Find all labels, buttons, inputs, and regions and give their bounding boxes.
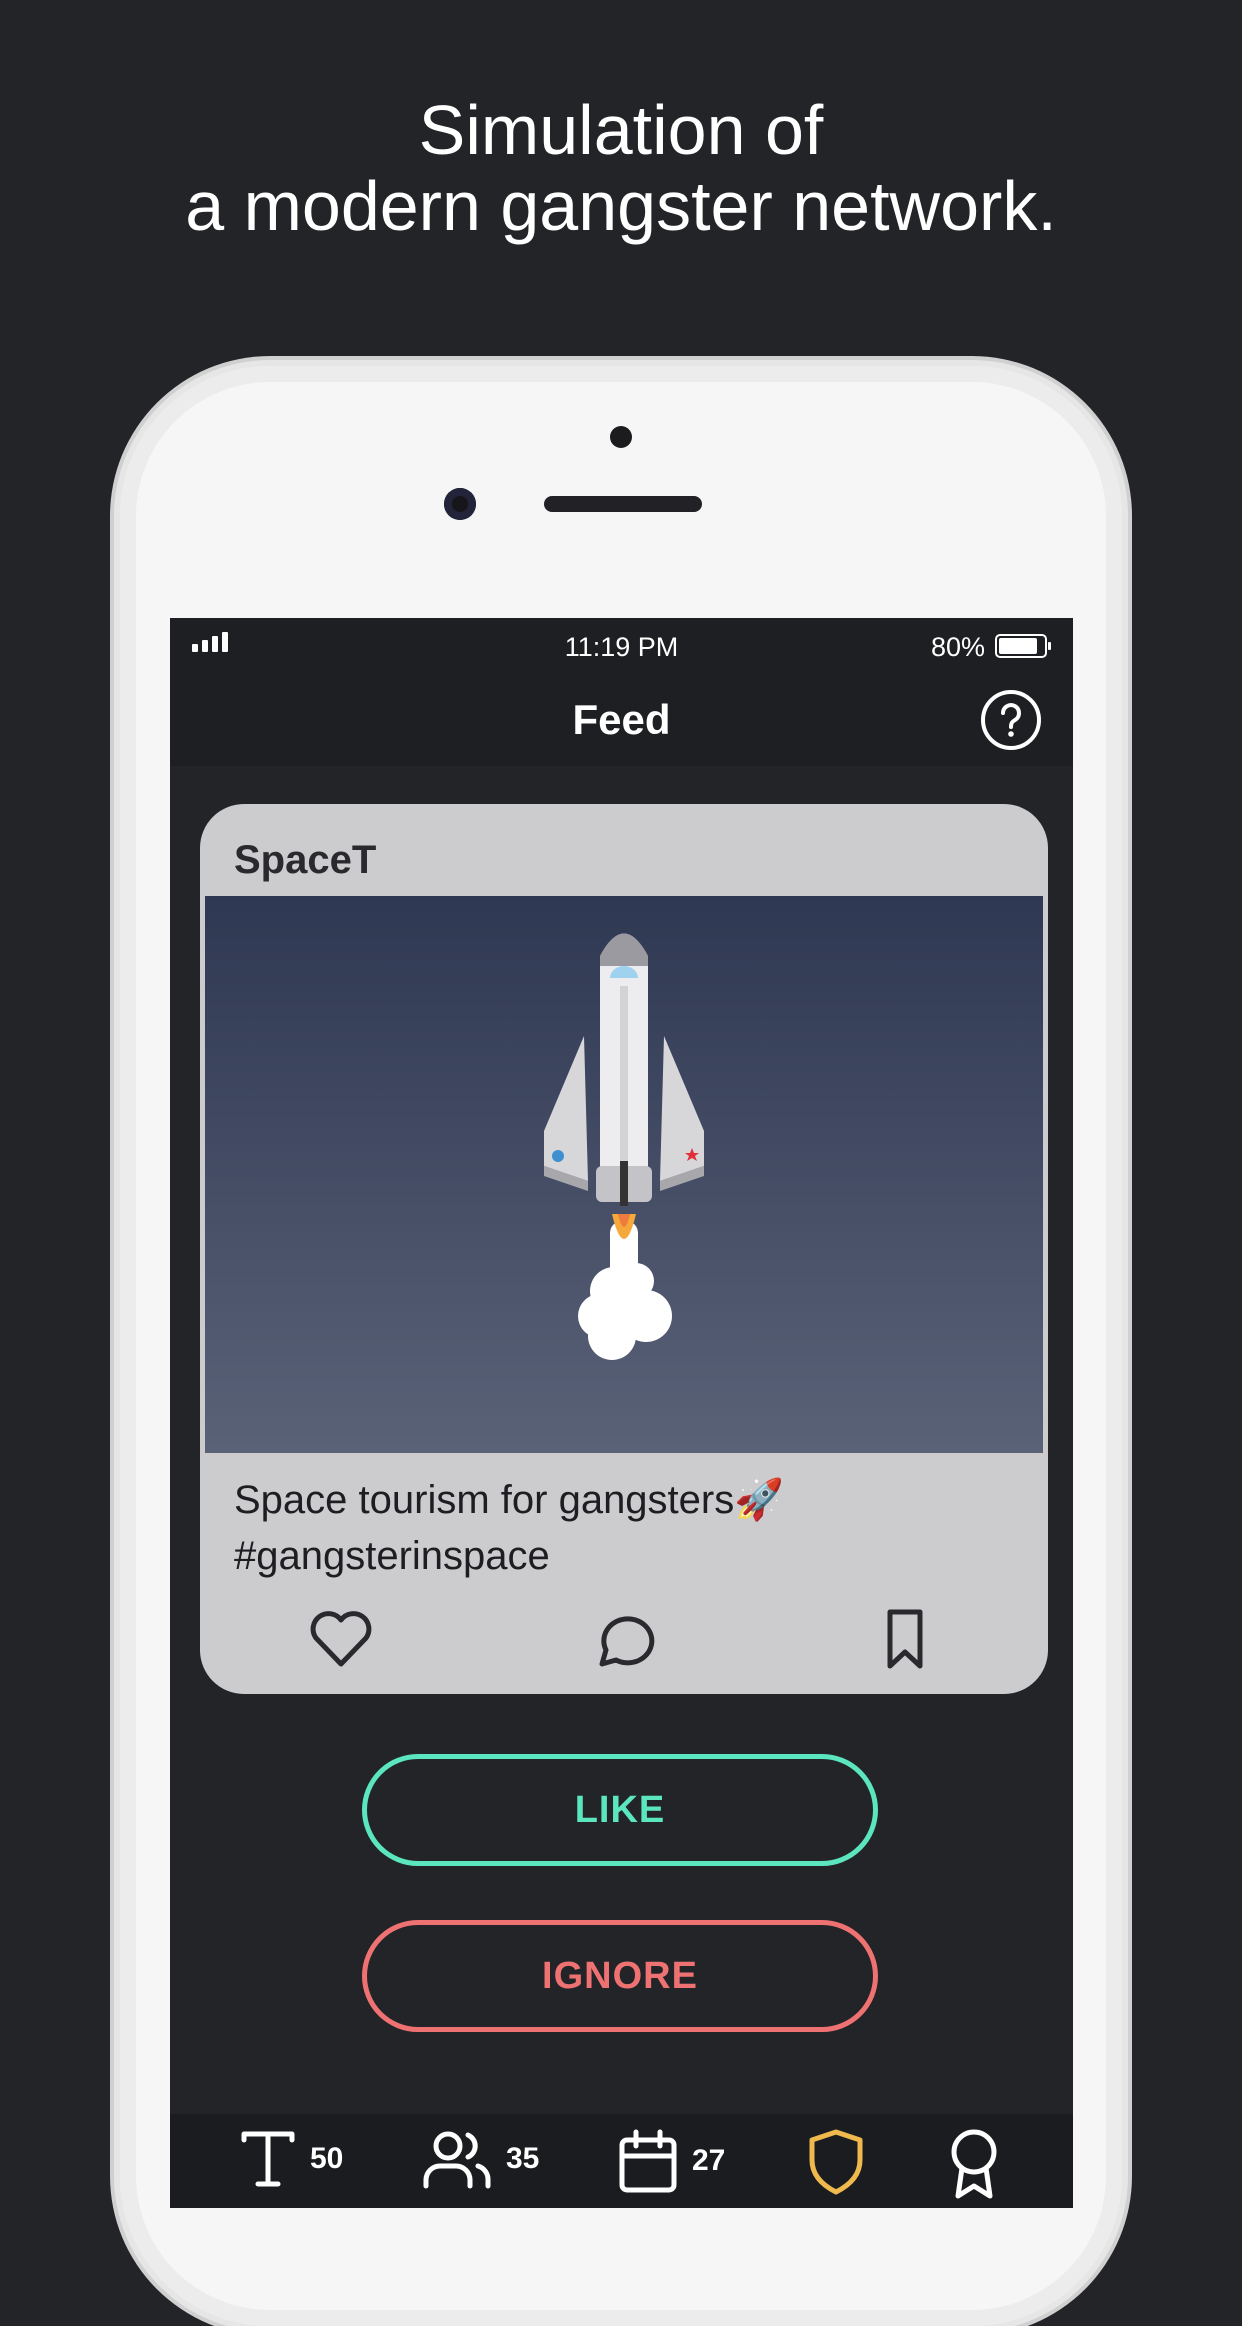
ignore-button[interactable]: IGNORE: [362, 1920, 878, 2032]
heart-icon[interactable]: [306, 1604, 376, 1674]
tab-users-count: 35: [506, 2142, 540, 2175]
users-icon: [423, 2131, 491, 2189]
space-shuttle-illustration: [544, 933, 704, 1360]
like-button[interactable]: LIKE: [362, 1754, 878, 1866]
nav-bar: Feed: [170, 674, 1073, 766]
tab-calendar-count: 27: [692, 2144, 726, 2177]
tab-calendar[interactable]: 27: [616, 2128, 725, 2194]
post-author: SpaceT: [234, 838, 377, 882]
phone-screen: 11:19 PM 80% Feed SpaceT Space tourism f…: [170, 618, 1073, 2208]
bookmark-icon[interactable]: [870, 1604, 940, 1674]
tab-users[interactable]: 35: [420, 2128, 539, 2190]
calendar-icon: [619, 2129, 677, 2193]
shield-icon: [809, 2129, 863, 2195]
question-circle-icon[interactable]: [979, 688, 1043, 752]
front-camera: [444, 488, 476, 520]
post-image: [205, 896, 1043, 1453]
headline-line-1: Simulation of: [418, 91, 824, 169]
award-icon: [951, 2129, 997, 2199]
tab-text[interactable]: 50: [238, 2128, 343, 2190]
post-card: SpaceT Space tourism for gangsters🚀 #gan…: [200, 804, 1048, 1694]
tab-text-count: 50: [310, 2142, 344, 2175]
comment-icon[interactable]: [588, 1604, 658, 1674]
proximity-sensor: [610, 426, 632, 448]
headline: Simulation of a modern gangster network.: [0, 92, 1242, 244]
text-icon: [241, 2131, 295, 2187]
caption-hashtag: #gangsterinspace: [234, 1534, 550, 1578]
tab-shield[interactable]: [806, 2128, 866, 2196]
headline-line-2: a modern gangster network.: [185, 167, 1057, 245]
caption-text: Space tourism for gangsters🚀: [234, 1478, 785, 1522]
battery-icon: [995, 634, 1051, 658]
page-title: Feed: [572, 696, 671, 743]
battery-percent: 80%: [930, 632, 985, 662]
post-caption: Space tourism for gangsters🚀 #gangsterin…: [234, 1472, 784, 1584]
tab-bar: 50 35 27: [170, 2114, 1073, 2208]
tab-award[interactable]: [946, 2128, 1002, 2200]
status-bar: 11:19 PM 80%: [170, 618, 1073, 674]
earpiece-speaker: [544, 496, 702, 512]
post-actions: [200, 1604, 1048, 1674]
